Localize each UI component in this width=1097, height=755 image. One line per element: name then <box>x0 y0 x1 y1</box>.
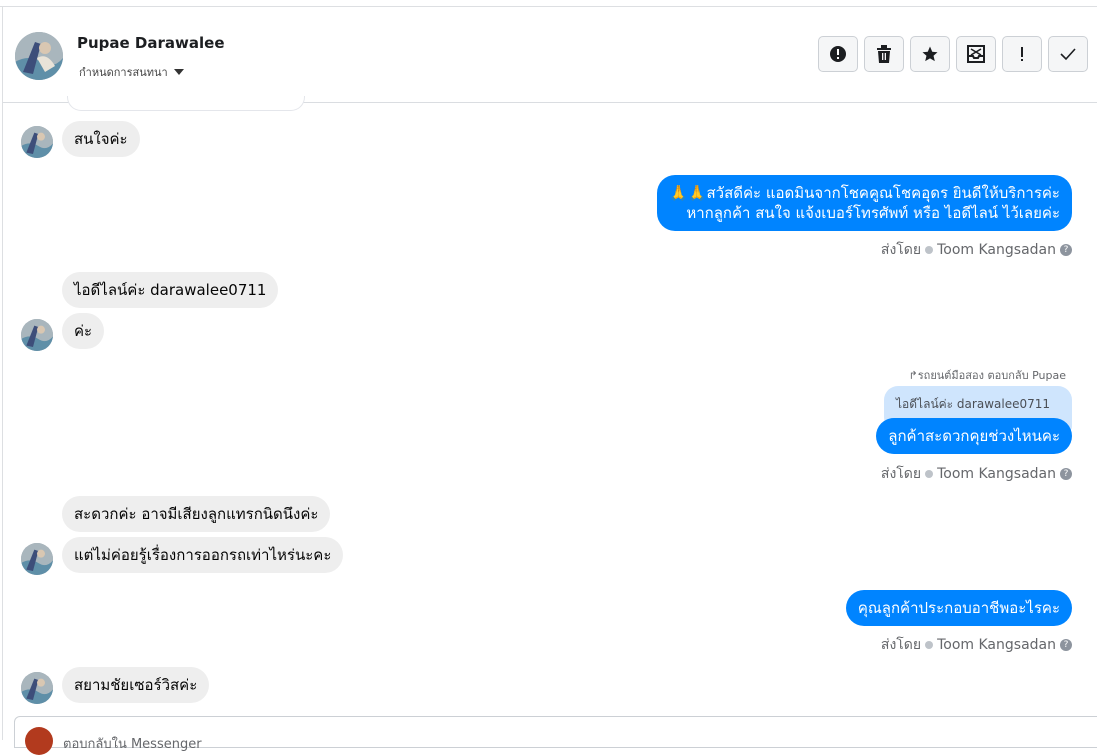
window-left-border <box>2 6 3 740</box>
conversation-setting-label: กำหนดการสนทนา <box>79 66 168 79</box>
verified-icon <box>925 246 934 254</box>
sender-avatar[interactable] <box>21 126 53 158</box>
sender-avatar[interactable] <box>21 543 53 575</box>
incoming-message[interactable]: ค่ะ <box>62 313 105 349</box>
incoming-message[interactable]: สยามชัยเซอร์วิสค่ะ <box>62 667 210 703</box>
caret-down-icon <box>173 69 184 75</box>
sender-avatar[interactable] <box>21 672 53 704</box>
incoming-message[interactable]: สนใจค่ะ <box>62 121 140 157</box>
sent-by-name[interactable]: Toom Kangsadan <box>937 637 1056 653</box>
reply-meta: ↱รถยนต์มือสอง ตอบกลับ Pupae <box>908 369 1066 382</box>
sent-by-label: ส่งโดย <box>880 242 922 258</box>
contact-avatar[interactable] <box>15 32 63 80</box>
sent-by-info: ส่งโดย Toom Kangsadan ? <box>881 634 1072 656</box>
archive-button[interactable] <box>956 36 996 72</box>
done-check-icon <box>1060 48 1076 61</box>
report-icon <box>830 46 846 62</box>
sender-avatar[interactable] <box>21 319 53 351</box>
conversation-toolbar <box>818 36 1088 72</box>
page-avatar <box>25 727 53 755</box>
outgoing-message[interactable]: ลูกค้าสะดวกคุยช่วงไหนคะ <box>876 418 1072 454</box>
mark-done-button[interactable] <box>1048 36 1088 72</box>
contact-name[interactable]: Pupae Darawalee <box>77 34 225 52</box>
composer-placeholder[interactable]: ตอบกลับใน Messenger <box>63 733 202 754</box>
outgoing-message[interactable]: คุณลูกค้าประกอบอาชีพอะไรคะ <box>845 590 1072 626</box>
outgoing-message-line: หากลูกค้า สนใจ แจ้งเบอร์โทรศัพท์ หรือ ไอ… <box>686 204 1060 222</box>
conversation-setting-dropdown[interactable]: กำหนดการสนทนา <box>79 63 184 81</box>
star-icon <box>922 46 938 62</box>
incoming-message[interactable]: แต่ไม่ค่อยรู้เรื่องการออกรถเท่าไหร่นะคะ <box>62 537 344 573</box>
star-button[interactable] <box>910 36 950 72</box>
verified-icon <box>925 470 934 478</box>
sent-by-info: ส่งโดย Toom Kangsadan ? <box>881 239 1072 261</box>
incoming-message[interactable]: ไอดีไลน์ค่ะ darawalee0711 <box>62 272 279 308</box>
delete-button[interactable] <box>864 36 904 72</box>
mark-important-icon <box>1021 47 1023 61</box>
report-button[interactable] <box>818 36 858 72</box>
help-icon[interactable]: ? <box>1060 244 1072 256</box>
window-top-border <box>0 0 1097 7</box>
trash-icon <box>877 45 891 63</box>
sent-by-label: ส่งโดย <box>880 637 922 653</box>
sent-by-info: ส่งโดย Toom Kangsadan ? <box>881 463 1072 485</box>
incoming-message[interactable]: สะดวกค่ะ อาจมีเสียงลูกแทรกนิดนึงค่ะ <box>62 496 331 532</box>
mark-important-button[interactable] <box>1002 36 1042 72</box>
help-icon[interactable]: ? <box>1060 468 1072 480</box>
outgoing-message-line: 🙏🙏สวัสดีค่ะ แอดมินจากโชคคูณโชคอุดร ยินดี… <box>669 184 1060 202</box>
previous-message-partial <box>67 96 305 111</box>
verified-icon <box>925 641 934 649</box>
archive-icon <box>967 45 985 63</box>
sent-by-label: ส่งโดย <box>880 466 922 482</box>
reply-composer[interactable]: ตอบกลับใน Messenger <box>14 716 1097 755</box>
outgoing-message[interactable]: 🙏🙏สวัสดีค่ะ แอดมินจากโชคคูณโชคอุดร ยินดี… <box>657 175 1072 231</box>
sent-by-name[interactable]: Toom Kangsadan <box>937 242 1056 258</box>
conversation-header: Pupae Darawalee กำหนดการสนทนา <box>3 7 1097 103</box>
sent-by-name[interactable]: Toom Kangsadan <box>937 466 1056 482</box>
help-icon[interactable]: ? <box>1060 639 1072 651</box>
